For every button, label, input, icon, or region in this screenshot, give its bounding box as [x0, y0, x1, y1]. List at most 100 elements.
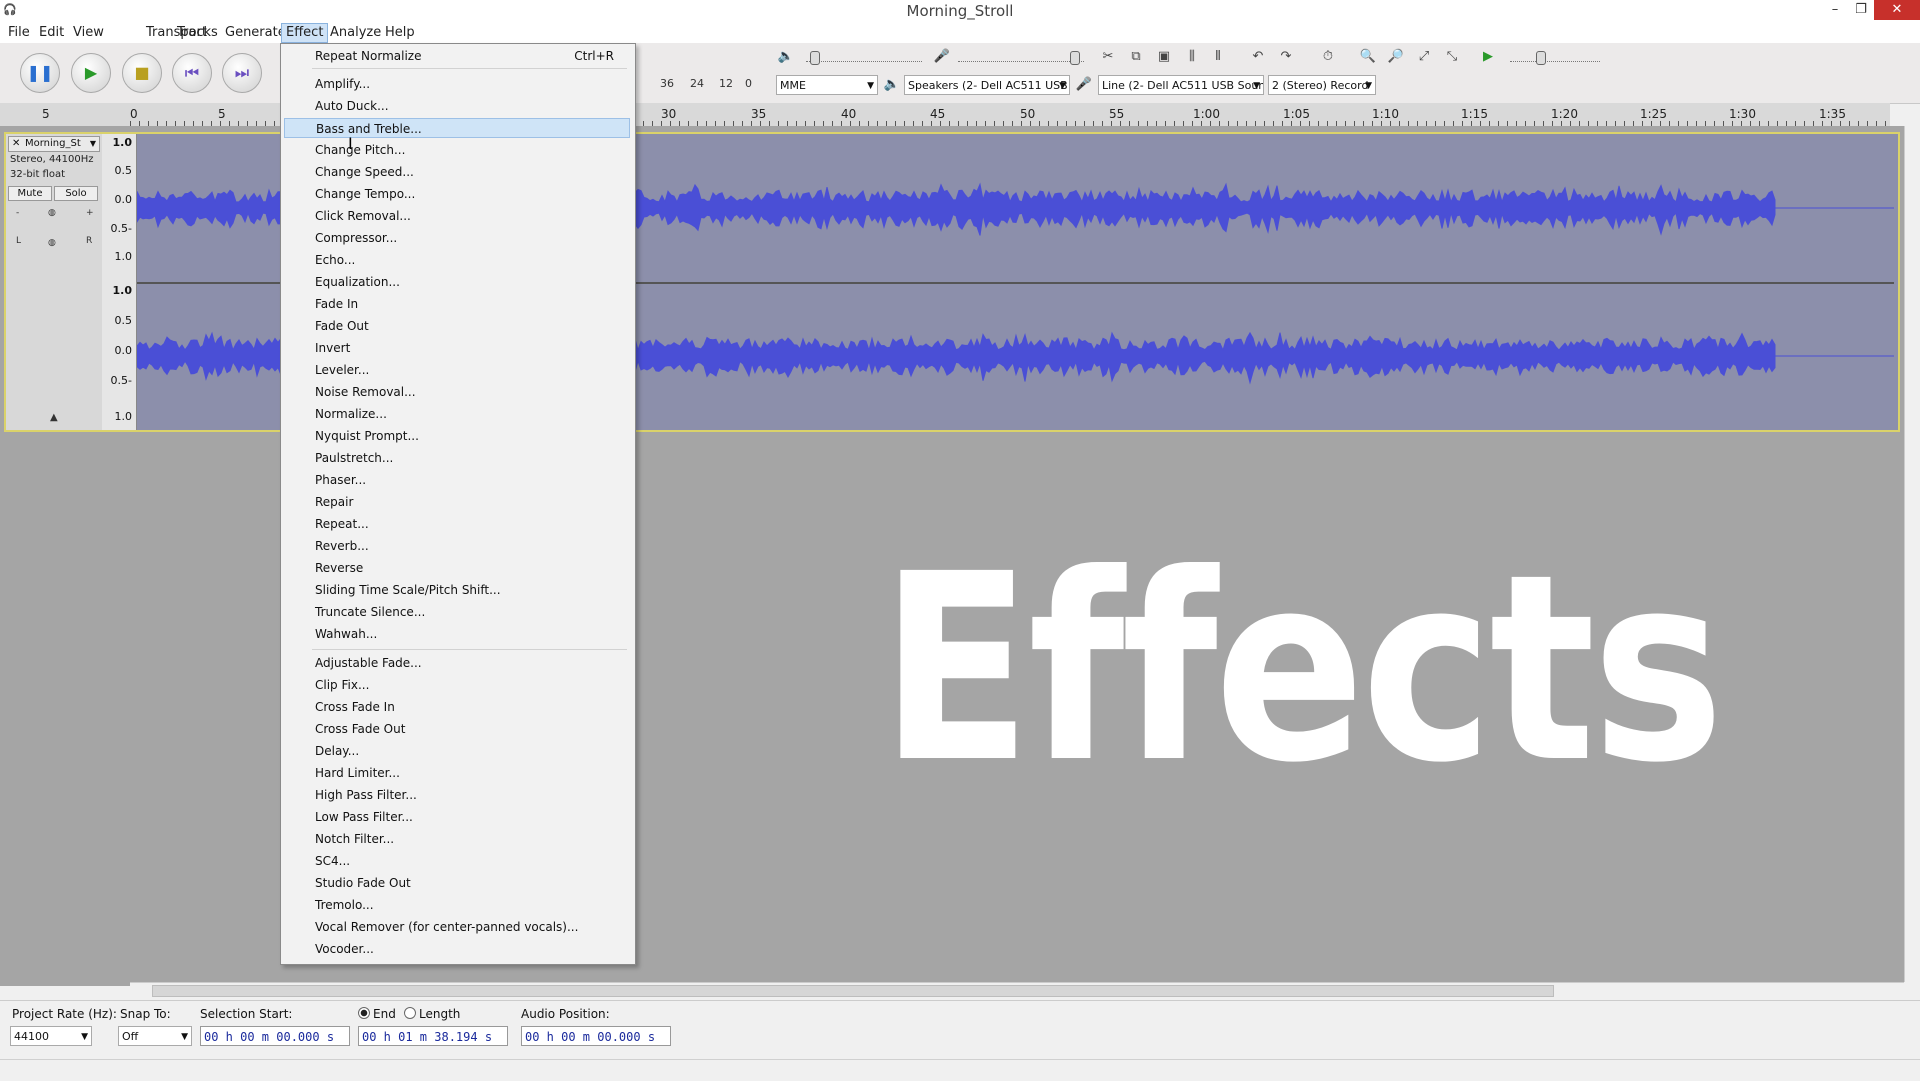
skip-to-start-button[interactable]: ⏮ — [172, 53, 212, 93]
menu-help[interactable]: Help — [385, 25, 415, 40]
copy-icon[interactable]: ⧉ — [1126, 48, 1146, 66]
play-at-speed-icon[interactable]: ▶ — [1478, 48, 1498, 66]
playback-volume-slider[interactable] — [806, 49, 922, 65]
menu-tracks[interactable]: Tracks — [177, 25, 218, 40]
menu-item-vocal-remover[interactable]: Vocal Remover (for center-panned vocals)… — [284, 917, 630, 937]
solo-button[interactable]: Solo — [54, 186, 98, 201]
close-track-icon[interactable]: ✕ — [12, 137, 20, 151]
pan-slider[interactable]: ◍ — [48, 238, 56, 248]
zoom-out-icon[interactable]: 🔎 — [1386, 48, 1406, 66]
menu-item-auto-duck[interactable]: Auto Duck... — [284, 96, 630, 116]
menu-item-repair[interactable]: Repair — [284, 492, 630, 512]
menu-item-phaser[interactable]: Phaser... — [284, 470, 630, 490]
recording-volume-slider[interactable] — [958, 49, 1084, 65]
undo-icon[interactable]: ↶ — [1248, 48, 1268, 66]
menu-item-invert[interactable]: Invert — [284, 338, 630, 358]
menu-item-repeat[interactable]: Repeat... — [284, 514, 630, 534]
audio-host-select[interactable]: MME ▼ — [776, 75, 878, 95]
cut-icon[interactable]: ✂ — [1098, 48, 1118, 66]
track-name-menu[interactable]: ✕ Morning_St ▼ — [8, 136, 100, 152]
selection-start-field[interactable]: 00 h 00 m 00.000 s — [200, 1026, 350, 1046]
menu-item-bass-and-treble[interactable]: Bass and Treble... — [284, 118, 630, 138]
menu-item-cross-fade-in[interactable]: Cross Fade In — [284, 697, 630, 717]
slider-knob[interactable] — [810, 51, 820, 65]
menu-item-vocoder[interactable]: Vocoder... — [284, 939, 630, 959]
menu-item-high-pass-filter[interactable]: High Pass Filter... — [284, 785, 630, 805]
menu-item-hard-limiter[interactable]: Hard Limiter... — [284, 763, 630, 783]
menu-item-fade-in[interactable]: Fade In — [284, 294, 630, 314]
end-radio-option[interactable]: End — [358, 1007, 396, 1021]
redo-icon[interactable]: ↷ — [1276, 48, 1296, 66]
menu-file[interactable]: File — [8, 25, 30, 40]
menu-generate[interactable]: Generate — [225, 25, 286, 40]
snap-to-select[interactable]: Off ▼ — [118, 1026, 192, 1046]
input-channels-select[interactable]: 2 (Stereo) Record ▼ — [1268, 75, 1376, 95]
selection-end-field[interactable]: 00 h 01 m 38.194 s — [358, 1026, 508, 1046]
menu-item-compressor[interactable]: Compressor... — [284, 228, 630, 248]
slider-knob[interactable] — [1536, 51, 1546, 65]
menu-item-paulstretch[interactable]: Paulstretch... — [284, 448, 630, 468]
menu-item-notch-filter[interactable]: Notch Filter... — [284, 829, 630, 849]
vertical-scrollbar[interactable] — [1904, 126, 1920, 982]
audio-position-field[interactable]: 00 h 00 m 00.000 s — [521, 1026, 671, 1046]
menu-item-leveler[interactable]: Leveler... — [284, 360, 630, 380]
scrollbar-thumb[interactable] — [152, 985, 1554, 997]
menu-item-change-tempo[interactable]: Change Tempo... — [284, 184, 630, 204]
menu-item-click-removal[interactable]: Click Removal... — [284, 206, 630, 226]
fit-selection-icon[interactable]: ⤢ — [1414, 48, 1434, 66]
zoom-in-icon[interactable]: 🔍 — [1358, 48, 1378, 66]
menu-item-cross-fade-out[interactable]: Cross Fade Out — [284, 719, 630, 739]
gain-slider[interactable]: ◍ — [48, 208, 56, 218]
menu-item-low-pass-filter[interactable]: Low Pass Filter... — [284, 807, 630, 827]
input-device-select[interactable]: Line (2- Dell AC511 USB Sound ▼ — [1098, 75, 1264, 95]
output-device-select[interactable]: Speakers (2- Dell AC511 USB S ▼ — [904, 75, 1070, 95]
menu-item-tremolo[interactable]: Tremolo... — [284, 895, 630, 915]
close-button[interactable]: ✕ — [1874, 0, 1920, 20]
menu-item-sc4[interactable]: SC4... — [284, 851, 630, 871]
paste-icon[interactable]: ▣ — [1154, 48, 1174, 66]
slider-knob[interactable] — [1070, 51, 1080, 65]
menu-item-wahwah[interactable]: Wahwah... — [284, 624, 630, 644]
skip-to-end-button[interactable]: ⏭ — [222, 53, 262, 93]
trim-icon[interactable]: ⫼ — [1182, 48, 1202, 66]
menu-item-adjustable-fade[interactable]: Adjustable Fade... — [284, 653, 630, 673]
length-radio-option[interactable]: Length — [404, 1007, 460, 1021]
play-button[interactable]: ▶ — [71, 53, 111, 93]
menu-item-sliding-time-scale[interactable]: Sliding Time Scale/Pitch Shift... — [284, 580, 630, 600]
end-radio-icon[interactable] — [358, 1007, 370, 1019]
minimize-button[interactable]: – — [1822, 0, 1848, 20]
horizontal-scrollbar[interactable] — [130, 982, 1904, 999]
menu-analyze[interactable]: Analyze — [330, 25, 381, 40]
menu-effect[interactable]: Effect — [281, 23, 329, 43]
stop-button[interactable]: ■ — [122, 53, 162, 93]
mute-button[interactable]: Mute — [8, 186, 52, 201]
menu-item-reverb[interactable]: Reverb... — [284, 536, 630, 556]
fit-project-icon[interactable]: ⤡ — [1442, 48, 1462, 66]
menu-item-echo[interactable]: Echo... — [284, 250, 630, 270]
menu-item-repeat-normalize[interactable]: Repeat Normalize Ctrl+R — [284, 46, 630, 66]
menu-edit[interactable]: Edit — [39, 25, 64, 40]
menu-item-amplify[interactable]: Amplify... — [284, 74, 630, 94]
play-speed-slider[interactable] — [1510, 49, 1600, 65]
menu-item-clip-fix[interactable]: Clip Fix... — [284, 675, 630, 695]
pan-left-label: L — [16, 236, 22, 246]
pause-button[interactable]: ❚❚ — [20, 53, 60, 93]
menu-item-fade-out[interactable]: Fade Out — [284, 316, 630, 336]
restore-button[interactable]: ❐ — [1848, 0, 1874, 20]
silence-icon[interactable]: ⦀ — [1208, 48, 1228, 66]
menu-item-delay[interactable]: Delay... — [284, 741, 630, 761]
menu-item-nyquist-prompt[interactable]: Nyquist Prompt... — [284, 426, 630, 446]
project-rate-select[interactable]: 44100 ▼ — [10, 1026, 92, 1046]
menu-item-studio-fade-out[interactable]: Studio Fade Out — [284, 873, 630, 893]
menu-item-change-pitch[interactable]: Change Pitch... — [284, 140, 630, 160]
menu-item-equalization[interactable]: Equalization... — [284, 272, 630, 292]
menu-item-truncate-silence[interactable]: Truncate Silence... — [284, 602, 630, 622]
menu-item-change-speed[interactable]: Change Speed... — [284, 162, 630, 182]
collapse-track-icon[interactable]: ▲ — [50, 412, 58, 423]
sync-lock-icon[interactable]: ⏱ — [1318, 48, 1338, 66]
menu-item-normalize[interactable]: Normalize... — [284, 404, 630, 424]
menu-view[interactable]: View — [73, 25, 104, 40]
length-radio-icon[interactable] — [404, 1007, 416, 1019]
menu-item-reverse[interactable]: Reverse — [284, 558, 630, 578]
menu-item-noise-removal[interactable]: Noise Removal... — [284, 382, 630, 402]
